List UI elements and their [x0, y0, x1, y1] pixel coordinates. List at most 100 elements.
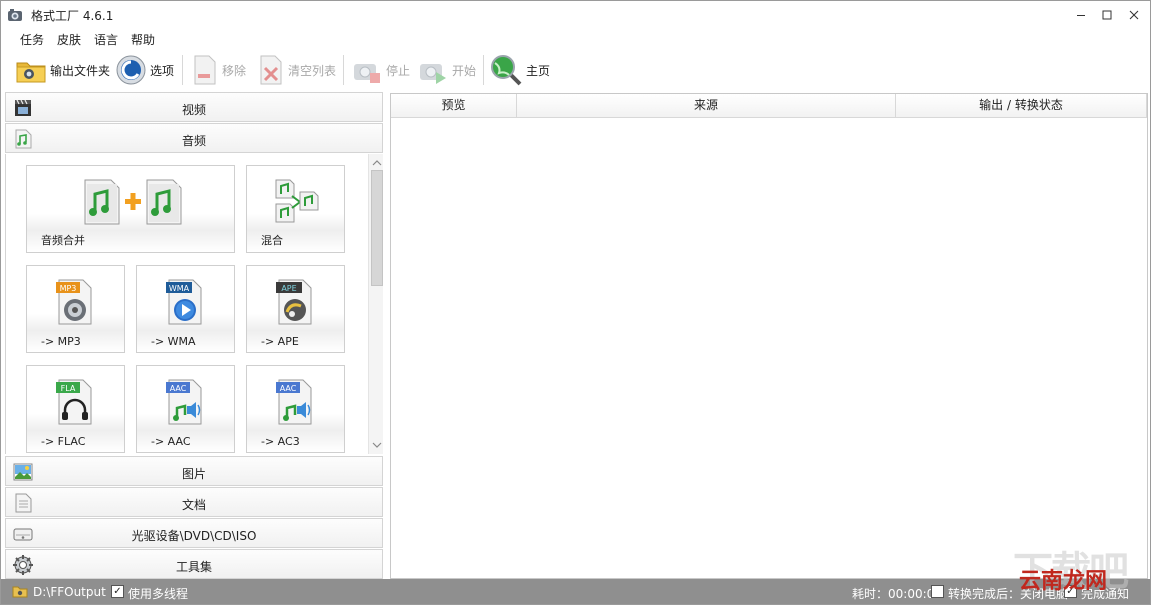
tile-to-ac3[interactable]: AAC -> AC3	[246, 365, 345, 453]
category-picture-label: 图片	[181, 467, 206, 481]
menu-task[interactable]: 任务	[18, 31, 46, 48]
column-preview[interactable]: 预览	[391, 94, 517, 118]
options-gear-icon	[116, 55, 146, 85]
tile-audio-mix-label: 混合	[261, 234, 283, 247]
category-document[interactable]: 文档	[5, 487, 383, 517]
svg-text:APE: APE	[281, 284, 296, 293]
options-label: 选项	[150, 63, 175, 78]
svg-text:AAC: AAC	[170, 384, 187, 393]
category-picture[interactable]: 图片	[5, 456, 383, 486]
close-button[interactable]	[1122, 3, 1146, 27]
stop-icon	[354, 64, 380, 83]
maximize-button[interactable]	[1095, 3, 1119, 27]
after-convert-checkbox[interactable]	[931, 585, 944, 598]
flac-file-icon: FLA	[56, 379, 92, 425]
category-panel: 视频 音频 音频合并 混合 MP3 -> MP3 WMA -> WMA APE …	[5, 92, 383, 579]
category-optical-drive[interactable]: 光驱设备\DVD\CD\ISO	[5, 518, 383, 548]
clear-list-button[interactable]: 清空列表	[257, 53, 336, 87]
window-title: 格式工厂 4.6.1	[31, 9, 114, 23]
output-path[interactable]: D:\FFOutput	[33, 585, 106, 599]
status-bar: D:\FFOutput ✓ 使用多线程 耗时：00:00:00 转换完成后：关闭…	[1, 579, 1150, 604]
tile-to-mp3[interactable]: MP3 -> MP3	[26, 265, 125, 353]
close-icon	[1129, 10, 1139, 20]
menu-help[interactable]: 帮助	[129, 31, 157, 48]
category-optical-drive-label: 光驱设备\DVD\CD\ISO	[131, 529, 257, 543]
scroll-down-arrow-icon[interactable]	[371, 439, 383, 451]
folder-icon	[16, 62, 46, 83]
category-video[interactable]: 视频	[5, 92, 383, 122]
category-video-label: 视频	[181, 103, 206, 117]
home-label: 主页	[526, 63, 551, 78]
output-folder-button[interactable]: 输出文件夹	[15, 53, 110, 87]
category-audio-label: 音频	[181, 134, 206, 148]
category-document-label: 文档	[181, 498, 206, 512]
output-folder-label: 输出文件夹	[50, 63, 111, 78]
home-button[interactable]: 主页	[489, 53, 550, 87]
minimize-icon	[1077, 15, 1085, 16]
tile-to-wma-label: -> WMA	[151, 335, 196, 348]
home-globe-icon	[491, 55, 522, 86]
tile-to-flac[interactable]: FLA -> FLAC	[26, 365, 125, 453]
remove-button[interactable]: 移除	[191, 53, 246, 87]
audio-mix-icon	[275, 179, 319, 223]
options-button[interactable]: 选项	[115, 53, 174, 87]
scroll-thumb[interactable]	[371, 170, 383, 286]
svg-text:MP3: MP3	[60, 284, 77, 293]
start-button[interactable]: 开始	[417, 53, 476, 87]
remove-label: 移除	[222, 63, 247, 78]
category-toolbox[interactable]: 工具集	[5, 549, 383, 579]
start-label: 开始	[452, 63, 477, 78]
column-output-status[interactable]: 输出 / 转换状态	[896, 94, 1147, 118]
menu-language[interactable]: 语言	[92, 31, 120, 48]
category-toolbox-label: 工具集	[175, 560, 212, 574]
clear-list-label: 清空列表	[288, 63, 337, 78]
task-list[interactable]: 预览 来源 输出 / 转换状态	[390, 93, 1148, 579]
title-bar: 格式工厂 4.6.1	[1, 1, 1150, 29]
format-factory-app-icon	[7, 7, 23, 23]
tile-to-flac-label: -> FLAC	[41, 435, 86, 448]
toolbar-separator	[483, 55, 484, 85]
stop-label: 停止	[386, 63, 411, 78]
tile-audio-merge[interactable]: 音频合并	[26, 165, 235, 253]
multithread-checkbox[interactable]: ✓	[111, 585, 124, 598]
svg-text:FLA: FLA	[61, 384, 76, 393]
tile-audio-mix[interactable]: 混合	[246, 165, 345, 253]
toolbar-separator	[182, 55, 183, 85]
multithread-label: 使用多线程	[128, 587, 189, 601]
output-folder-icon[interactable]	[12, 585, 28, 598]
toolbar: 输出文件夹 选项 移除 清空列表 停止 开始 主页	[1, 51, 1150, 89]
maximize-icon	[1102, 10, 1112, 20]
aac-file-icon: AAC	[166, 379, 202, 425]
toolbar-separator	[343, 55, 344, 85]
remove-icon	[194, 55, 216, 85]
notify-checkbox[interactable]: ✓	[1064, 585, 1077, 598]
menu-bar: 任务 皮肤 语言 帮助	[1, 29, 1150, 49]
svg-text:AAC: AAC	[280, 384, 297, 393]
elapsed-time: 耗时：00:00:00	[852, 587, 942, 601]
stop-button[interactable]: 停止	[351, 53, 410, 87]
tile-to-ape[interactable]: APE -> APE	[246, 265, 345, 353]
tile-to-wma[interactable]: WMA -> WMA	[136, 265, 235, 353]
tiles-scrollbar[interactable]	[368, 154, 383, 454]
tile-to-aac[interactable]: AAC -> AAC	[136, 365, 235, 453]
scroll-up-arrow-icon[interactable]	[371, 156, 383, 168]
clear-list-icon	[260, 55, 282, 85]
tile-audio-merge-label: 音频合并	[41, 234, 85, 247]
category-audio[interactable]: 音频	[5, 123, 383, 153]
app-window: 格式工厂 4.6.1 任务 皮肤 语言 帮助 输出文件夹 选项 移除 清空列表 …	[0, 0, 1151, 605]
tile-to-ape-label: -> APE	[261, 335, 299, 348]
ape-file-icon: APE	[276, 279, 312, 325]
svg-text:WMA: WMA	[169, 284, 190, 293]
notify-label: 完成通知	[1081, 587, 1130, 601]
minimize-button[interactable]	[1069, 3, 1093, 27]
tile-to-aac-label: -> AAC	[151, 435, 191, 448]
ac3-file-icon: AAC	[276, 379, 312, 425]
column-source[interactable]: 来源	[517, 94, 896, 118]
after-convert-label[interactable]: 转换完成后：关闭电脑	[948, 585, 1068, 602]
wma-file-icon: WMA	[166, 279, 202, 325]
audio-merge-icon	[84, 179, 182, 225]
mp3-file-icon: MP3	[56, 279, 92, 325]
start-icon	[420, 64, 446, 84]
tile-to-ac3-label: -> AC3	[261, 435, 300, 448]
menu-skin[interactable]: 皮肤	[55, 31, 83, 48]
